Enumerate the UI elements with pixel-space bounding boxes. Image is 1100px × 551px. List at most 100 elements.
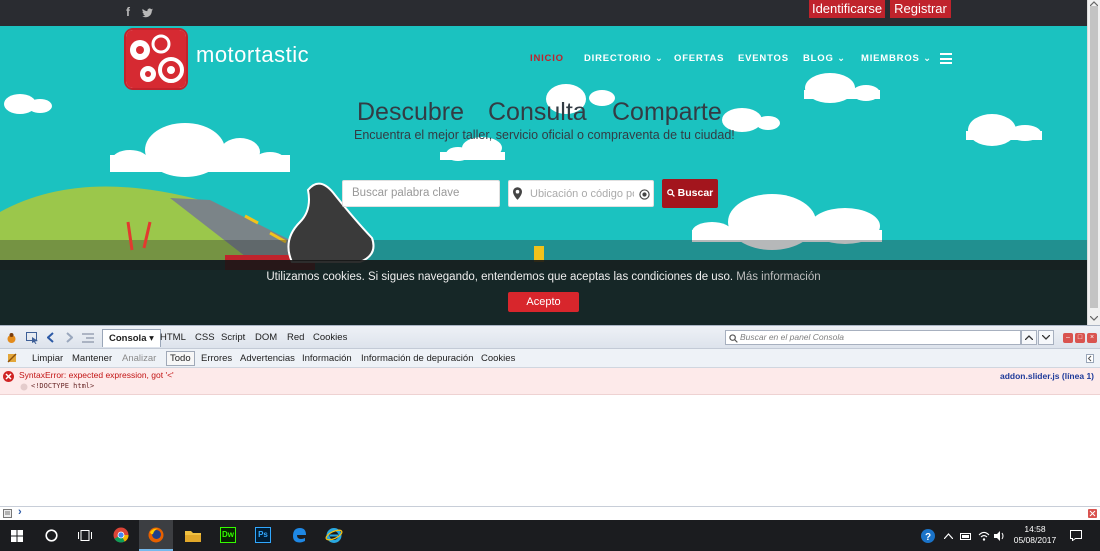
system-clock[interactable]: 14:58 05/08/2017 xyxy=(1010,524,1060,546)
filter-errors[interactable]: Errores xyxy=(201,353,232,364)
tab-console[interactable]: Consola ▾ xyxy=(102,329,161,347)
search-button[interactable]: Buscar xyxy=(662,179,718,208)
nav-blog[interactable]: BLOG ⌄ xyxy=(803,53,846,64)
firefox-icon xyxy=(148,527,164,543)
search-prev-button[interactable] xyxy=(1021,330,1037,345)
filter-warnings[interactable]: Advertencias xyxy=(240,353,295,364)
windows-taskbar: Dw Ps ? 14:58 05/08/2017 xyxy=(0,520,1100,551)
nav-inicio[interactable]: INICIO xyxy=(530,53,564,64)
gears-icon xyxy=(126,30,186,88)
file-explorer-button[interactable] xyxy=(176,520,210,551)
command-line-icon[interactable] xyxy=(82,333,94,343)
command-editor-icon[interactable] xyxy=(3,509,12,518)
twitter-icon[interactable] xyxy=(142,8,153,18)
nav-directorio[interactable]: DIRECTORIO ⌄ xyxy=(584,53,664,64)
console-search-placeholder: Buscar en el panel Consola xyxy=(740,332,844,342)
filter-debug[interactable]: Información de depuración xyxy=(361,353,474,364)
task-view-button[interactable] xyxy=(68,520,102,551)
nav-eventos[interactable]: EVENTOS xyxy=(738,53,789,64)
search-next-button[interactable] xyxy=(1038,330,1054,345)
notifications-icon[interactable] xyxy=(1070,530,1082,541)
tab-html[interactable]: HTML xyxy=(160,332,186,343)
clock-time: 14:58 xyxy=(1024,524,1046,534)
scrollbar-thumb[interactable] xyxy=(1090,6,1098,308)
search-icon xyxy=(729,334,738,343)
file-explorer-icon xyxy=(185,531,201,542)
battery-icon[interactable] xyxy=(960,533,972,540)
location-placeholder: Ubicación o código postal xyxy=(530,188,634,200)
filter-info[interactable]: Información xyxy=(302,353,352,364)
photoshop-button[interactable]: Ps xyxy=(246,520,280,551)
close-icon[interactable]: × xyxy=(1087,333,1097,343)
hamburger-menu-icon[interactable] xyxy=(940,53,952,64)
tab-cookies[interactable]: Cookies xyxy=(313,332,347,343)
firebug-toolbar: Consola ▾ HTML CSS Script DOM Red Cookie… xyxy=(0,325,1100,349)
back-icon[interactable] xyxy=(47,332,55,343)
error-icon xyxy=(3,371,14,382)
error-message: SyntaxError: expected expression, got '<… xyxy=(19,370,174,380)
filter-menu-icon[interactable] xyxy=(1086,354,1094,363)
tab-css[interactable]: CSS xyxy=(195,332,215,343)
persist-button[interactable]: Mantener xyxy=(72,353,112,364)
chevron-up-icon xyxy=(1024,335,1034,341)
clear-button[interactable]: Limpiar xyxy=(32,353,63,364)
keyword-search-input[interactable]: Buscar palabra clave xyxy=(342,180,500,207)
hero-word-consulta: Consulta xyxy=(488,98,587,126)
profile-button[interactable]: Analizar xyxy=(122,353,156,364)
close-command-icon[interactable] xyxy=(1088,509,1097,518)
minimize-icon[interactable]: – xyxy=(1063,333,1073,343)
website-viewport: f Identificarse Registrar motortastic IN… xyxy=(0,0,1087,325)
nav-miembros[interactable]: MIEMBROS ⌄ xyxy=(861,53,932,64)
filter-cookies[interactable]: Cookies xyxy=(481,353,515,364)
nav-ofertas[interactable]: OFERTAS xyxy=(674,53,724,64)
console-output: SyntaxError: expected expression, got '<… xyxy=(0,368,1100,506)
more-info-link[interactable]: Más información xyxy=(736,271,820,283)
scroll-down-icon[interactable] xyxy=(1090,316,1098,321)
console-search-input[interactable]: Buscar en el panel Consola xyxy=(725,330,1021,345)
locate-icon[interactable] xyxy=(639,189,650,200)
filter-all[interactable]: Todo xyxy=(166,351,195,366)
firefox-button[interactable] xyxy=(139,520,173,551)
internet-explorer-icon xyxy=(325,528,343,543)
accept-cookies-button[interactable]: Acepto xyxy=(508,292,579,312)
chrome-button[interactable] xyxy=(104,520,138,551)
inspect-icon[interactable] xyxy=(26,332,39,344)
svg-text:?: ? xyxy=(925,532,931,543)
volume-icon[interactable] xyxy=(994,531,1006,541)
expand-circle-icon[interactable] xyxy=(20,383,28,391)
photoshop-icon: Ps xyxy=(255,527,271,543)
cortana-button[interactable] xyxy=(34,520,68,551)
tab-net[interactable]: Red xyxy=(287,332,304,343)
command-line[interactable]: › xyxy=(0,506,1100,520)
chrome-icon xyxy=(113,527,129,543)
page-scrollbar[interactable] xyxy=(1087,0,1100,325)
edge-icon xyxy=(293,528,306,543)
clock-date: 05/08/2017 xyxy=(1013,535,1057,545)
tab-script[interactable]: Script xyxy=(221,332,245,343)
forward-icon[interactable] xyxy=(65,332,73,343)
register-button[interactable]: Registrar xyxy=(890,0,951,18)
location-search-input[interactable]: Ubicación o código postal xyxy=(508,180,654,207)
console-filter-bar: Limpiar Mantener Analizar Todo Errores A… xyxy=(0,349,1100,368)
clear-console-icon[interactable] xyxy=(7,353,17,363)
wifi-icon[interactable] xyxy=(978,531,990,541)
console-error-row[interactable]: SyntaxError: expected expression, got '<… xyxy=(0,368,1100,395)
firebug-icon[interactable] xyxy=(5,332,18,344)
edge-button[interactable] xyxy=(282,520,316,551)
cookie-banner: Utilizamos cookies. Si sigues navegando,… xyxy=(0,260,1087,325)
hero-word-comparte: Comparte xyxy=(612,98,722,126)
site-logo[interactable] xyxy=(124,28,188,90)
dreamweaver-button[interactable]: Dw xyxy=(211,520,245,551)
windows-start-icon xyxy=(11,530,23,542)
facebook-icon[interactable]: f xyxy=(126,5,130,19)
start-button[interactable] xyxy=(0,520,34,551)
tray-chevron-up-icon[interactable] xyxy=(944,533,953,539)
internet-explorer-button[interactable] xyxy=(317,520,351,551)
error-source-link[interactable]: addon.slider.js (línea 1) xyxy=(1000,371,1094,381)
tab-dom[interactable]: DOM xyxy=(255,332,277,343)
top-bar: f Identificarse Registrar xyxy=(0,0,1087,26)
detach-icon[interactable]: □ xyxy=(1075,333,1085,343)
help-icon[interactable]: ? xyxy=(921,529,935,543)
login-button[interactable]: Identificarse xyxy=(809,0,885,18)
site-logo-text[interactable]: motortastic xyxy=(196,42,309,68)
